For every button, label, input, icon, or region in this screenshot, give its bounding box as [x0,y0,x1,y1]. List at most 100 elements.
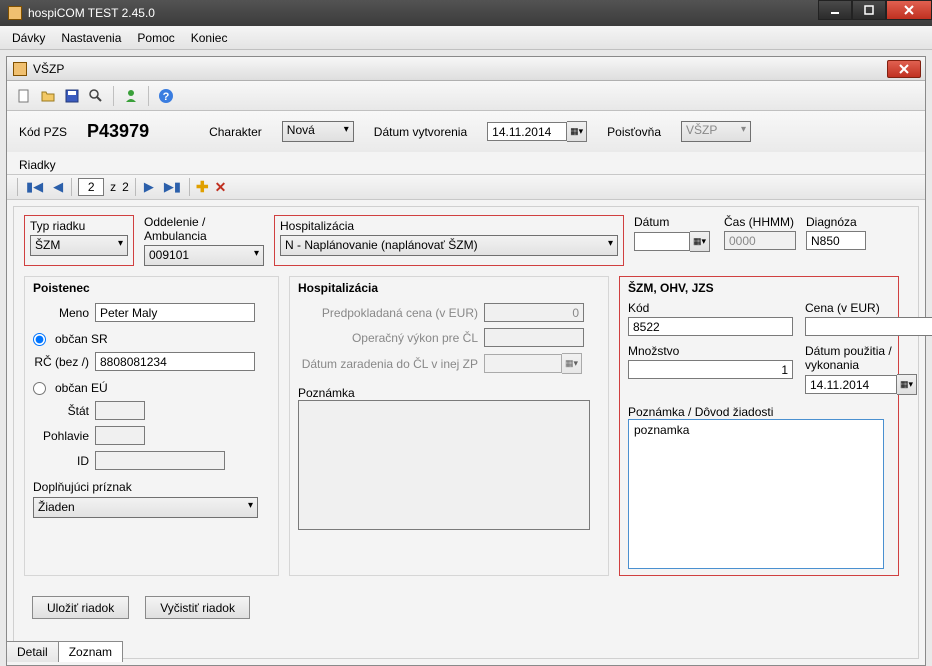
nav-prev-icon[interactable]: ◀ [51,179,65,195]
maximize-button[interactable] [852,0,886,20]
open-icon[interactable] [37,85,59,107]
rc-label: RČ (bez /) [33,355,89,369]
diagnoza-label: Diagnóza [806,215,866,229]
obcan-eu-label: občan EÚ [55,381,108,395]
doplnujuci-combo[interactable]: Žiaden [33,497,258,518]
szm-datum-pouzitia-label: Dátum použitia / vykonania [805,344,917,372]
datum-input[interactable] [634,232,690,251]
nav-total: 2 [122,180,129,194]
obcan-eu-radio[interactable] [33,382,46,395]
oddelenie-combo[interactable]: 009101 [144,245,264,266]
datum-label: Dátum [634,215,714,229]
tab-zoznam[interactable]: Zoznam [58,641,123,662]
szm-poznamka-label: Poznámka / Dôvod žiadosti [628,405,890,419]
hosp-poznamka-label: Poznámka [298,386,600,400]
calendar-icon[interactable]: ▦▾ [690,231,710,252]
svg-text:?: ? [163,91,170,103]
menu-koniec[interactable]: Koniec [183,28,236,48]
szm-mnozstvo-label: Množstvo [628,344,793,358]
szm-datum-pouzitia-input[interactable] [805,375,897,394]
datum-vytvorenia-label: Dátum vytvorenia [374,125,467,139]
pohlavie-label: Pohlavie [33,429,89,443]
inner-app-icon [13,62,27,76]
poistovna-combo[interactable]: VŠZP [681,121,751,142]
charakter-label: Charakter [209,125,262,139]
datum-zar-input [484,354,562,373]
menu-bar: Dávky Nastavenia Pomoc Koniec [0,26,932,50]
nav-z: z [110,180,116,194]
vycistit-button[interactable]: Vyčistiť riadok [145,596,250,619]
rc-input[interactable] [95,352,255,371]
help-icon[interactable]: ? [155,85,177,107]
minimize-button[interactable] [818,0,852,20]
szm-cena-label: Cena (v EUR) [805,301,932,315]
save-icon[interactable] [61,85,83,107]
szm-kod-input[interactable] [628,317,793,336]
nav-next-icon[interactable]: ▶ [142,179,156,195]
datum-vytvorenia-picker[interactable]: ▦▾ [487,121,587,142]
calendar-icon: ▦▾ [562,353,582,374]
inner-title: VŠZP [33,62,64,76]
ulozit-button[interactable]: Uložiť riadok [32,596,129,619]
new-icon[interactable] [13,85,35,107]
nav-page-input[interactable] [78,178,104,196]
search-icon[interactable] [85,85,107,107]
nav-last-icon[interactable]: ▶▮ [162,179,183,195]
typ-riadku-group: Typ riadku ŠZM [24,215,134,266]
cas-label: Čas (HHMM) [724,215,796,229]
nav-delete-icon[interactable]: ✕ [215,179,227,196]
oddelenie-label: Oddelenie / Ambulancia [144,215,264,243]
typ-riadku-label: Typ riadku [30,219,128,233]
predp-cena-input [484,303,584,322]
szm-title: ŠZM, OHV, JZS [628,281,890,295]
tab-detail[interactable]: Detail [6,641,59,662]
op-vykon-input [484,328,584,347]
szm-mnozstvo-input[interactable] [628,360,793,379]
nav-first-icon[interactable]: ▮◀ [24,179,45,195]
id-input [95,451,225,470]
nav-bar: ▮◀ ◀ z 2 ▶ ▶▮ ✚ ✕ [7,174,925,200]
doplnujuci-label: Doplňujúci príznak [33,480,270,494]
stat-label: Štát [33,404,89,418]
stat-input [95,401,145,420]
szm-poznamka-textarea[interactable] [628,419,884,569]
hosp-poznamka-textarea [298,400,590,530]
close-button[interactable] [886,0,932,20]
hospitalizacia-group: Hospitalizácia N - Naplánovanie (napláno… [274,215,624,266]
charakter-combo[interactable]: Nová [282,121,354,142]
menu-nastavenia[interactable]: Nastavenia [53,28,129,48]
szm-cena-input[interactable] [805,317,932,336]
app-icon [8,6,22,20]
meno-label: Meno [33,306,89,320]
menu-pomoc[interactable]: Pomoc [129,28,182,48]
id-label: ID [33,454,89,468]
kod-pzs-value: P43979 [87,121,149,142]
header-row: Kód PZS P43979 Charakter Nová Dátum vytv… [7,111,925,152]
hosp-title: Hospitalizácia [298,281,600,295]
menu-davky[interactable]: Dávky [4,28,53,48]
predp-cena-label: Predpokladaná cena (v EUR) [298,306,478,320]
datum-vytvorenia-input[interactable] [487,122,567,141]
typ-riadku-combo[interactable]: ŠZM [30,235,128,256]
calendar-icon[interactable]: ▦▾ [567,121,587,142]
obcan-sr-label: občan SR [55,332,108,346]
user-icon[interactable] [120,85,142,107]
datum-zar-label: Dátum zaradenia do ČL v inej ZP [298,357,478,371]
poistenec-title: Poistenec [33,281,270,295]
toolbar: ? [7,81,925,111]
poistovna-label: Poisťovňa [607,125,661,139]
meno-input[interactable] [95,303,255,322]
hospitalizacia-label: Hospitalizácia [280,219,618,233]
calendar-icon[interactable]: ▦▾ [897,374,917,395]
diagnoza-input[interactable] [806,231,866,250]
inner-close-button[interactable] [887,60,921,78]
cas-input[interactable] [724,231,796,250]
datum-picker[interactable]: ▦▾ [634,231,714,252]
pohlavie-input [95,426,145,445]
nav-add-icon[interactable]: ✚ [196,178,209,196]
hospitalizacia-combo[interactable]: N - Naplánovanie (naplánovať ŠZM) [280,235,618,256]
obcan-sr-radio[interactable] [33,333,46,346]
outer-title: hospiCOM TEST 2.45.0 [28,6,155,20]
inner-titlebar: VŠZP [7,57,925,81]
szm-kod-label: Kód [628,301,793,315]
